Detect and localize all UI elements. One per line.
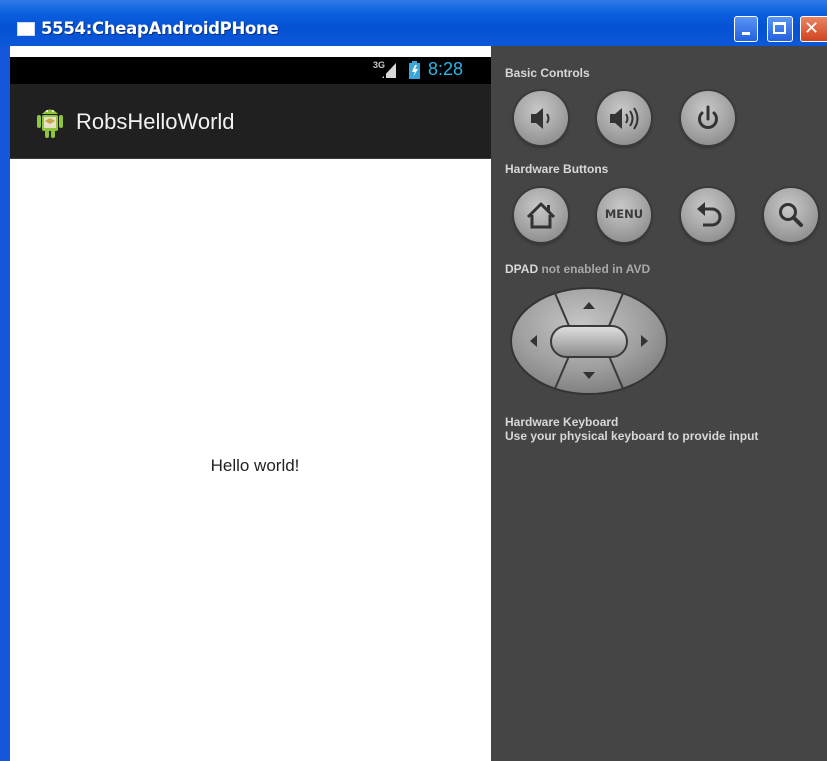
basic-controls-label: Basic Controls	[505, 66, 590, 80]
keyboard-info: Hardware Keyboard Use your physical keyb…	[505, 415, 758, 443]
battery-charging-icon	[409, 61, 420, 79]
window-frame-left	[0, 46, 10, 761]
window-icon	[17, 22, 35, 36]
dpad-control[interactable]	[509, 286, 669, 396]
menu-button-label: MENU	[604, 207, 644, 221]
action-bar: RobsHelloWorld	[10, 84, 491, 159]
hello-text: Hello world!	[210, 456, 300, 475]
android-app-icon[interactable]	[36, 105, 64, 139]
keyboard-hint: Use your physical keyboard to provide in…	[505, 429, 759, 443]
maximize-button[interactable]	[767, 16, 793, 42]
home-button[interactable]	[514, 188, 568, 242]
menu-button[interactable]: MENU	[597, 188, 651, 242]
signal-icon	[382, 63, 396, 78]
maximize-icon	[773, 22, 786, 34]
app-title: RobsHelloWorld	[76, 109, 235, 134]
status-clock: 8:28	[428, 59, 464, 79]
window-title-bar[interactable]: 5554:CheapAndroidPHone ✕	[0, 0, 827, 46]
volume-up-button[interactable]	[597, 91, 651, 145]
back-button[interactable]	[681, 188, 735, 242]
emulator-controls-panel: Basic Controls Hardware Buttons MENU DPA…	[491, 46, 827, 761]
close-icon: ✕	[804, 18, 820, 39]
status-bar: 3G 8:28	[10, 57, 491, 84]
back-icon	[697, 202, 722, 227]
search-button[interactable]	[764, 188, 818, 242]
dpad-disabled-note: not enabled in AVD	[541, 262, 651, 276]
dpad-status-label: DPAD not enabled in AVD	[505, 262, 650, 276]
hardware-buttons-label: Hardware Buttons	[505, 162, 609, 176]
volume-down-button[interactable]	[514, 91, 568, 145]
volume-up-icon	[610, 107, 639, 130]
minimize-icon	[742, 32, 750, 35]
power-icon	[698, 105, 718, 129]
power-button[interactable]	[681, 91, 735, 145]
dpad-center-button[interactable]	[550, 325, 628, 358]
keyboard-title: Hardware Keyboard	[505, 415, 619, 429]
close-button[interactable]: ✕	[800, 16, 827, 42]
volume-down-icon	[531, 108, 550, 129]
home-icon	[526, 202, 556, 229]
android-screen[interactable]: 3G 8:28 RobsHelloWorld Hello world!	[10, 46, 491, 761]
minimize-button[interactable]	[734, 16, 758, 42]
dpad-label: DPAD	[505, 262, 539, 276]
window-title: 5554:CheapAndroidPHone	[41, 19, 279, 38]
search-icon	[779, 203, 803, 227]
